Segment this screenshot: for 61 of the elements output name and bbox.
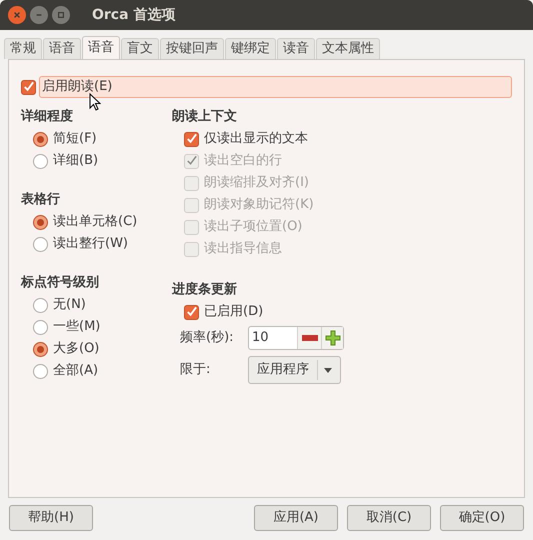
minus-icon <box>302 335 318 341</box>
field-label: 限于: <box>180 361 212 380</box>
close-button[interactable] <box>8 6 26 24</box>
caret-icon <box>324 368 332 372</box>
increment-button[interactable] <box>321 327 343 349</box>
maximize-icon <box>57 11 65 19</box>
tab[interactable]: 常规 <box>4 38 42 59</box>
window-title: Orca 首选项 <box>92 6 176 24</box>
radio-label[interactable]: 读出单元格(C) <box>53 212 138 232</box>
checkbox-label: 读出子项位置(O) <box>204 218 302 236</box>
tab[interactable]: 语音 <box>82 36 120 59</box>
checkbox-label[interactable]: 已启用(D) <box>204 302 264 322</box>
plus-icon <box>324 330 340 346</box>
radio-label[interactable]: 详细(B) <box>53 151 98 171</box>
checkbox[interactable] <box>184 304 199 320</box>
checkbox-label[interactable]: 启用朗读(E) <box>39 76 512 98</box>
radio-button[interactable] <box>33 320 48 334</box>
dialog-button[interactable]: 确定(O) <box>440 505 524 531</box>
checkbox-label[interactable]: 仅读出显示的文本 <box>204 129 308 149</box>
tab[interactable]: 键绑定 <box>225 38 276 59</box>
field-label: 频率(秒): <box>180 329 235 348</box>
radio-button[interactable] <box>33 364 48 378</box>
radio-button[interactable] <box>33 298 48 312</box>
dialog-button[interactable]: 帮助(H) <box>9 505 93 531</box>
tab[interactable]: 语音 <box>43 38 81 59</box>
section-heading: 进度条更新 <box>172 280 238 300</box>
radio-button[interactable] <box>33 214 48 230</box>
maximize-button[interactable] <box>52 6 70 24</box>
dialog-button[interactable]: 应用(A) <box>254 505 338 531</box>
radio-label[interactable]: 读出整行(W) <box>53 234 128 254</box>
checkbox-label: 读出指导信息 <box>204 240 282 258</box>
radio-label[interactable]: 无(N) <box>53 295 86 315</box>
section-heading: 标点符号级别 <box>21 274 100 292</box>
radio-button[interactable] <box>33 342 48 356</box>
tab[interactable]: 文本属性 <box>316 38 380 59</box>
section-heading: 表格行 <box>21 191 61 210</box>
radio-button[interactable] <box>33 154 48 168</box>
tab[interactable]: 按键回声 <box>160 38 224 59</box>
checkbox[interactable] <box>184 132 199 146</box>
dropdown[interactable]: 应用程序 <box>248 356 341 384</box>
section-heading: 详细程度 <box>21 108 74 126</box>
checkbox-label: 读出空白的行 <box>204 152 282 170</box>
checkbox-label: 朗读对象助记符(K) <box>204 196 314 214</box>
radio-label[interactable]: 全部(A) <box>53 361 98 381</box>
dialog-button[interactable]: 取消(C) <box>347 505 431 531</box>
tab[interactable]: 读音 <box>277 38 315 59</box>
radio-label[interactable]: 简短(F) <box>53 129 97 149</box>
checkbox[interactable] <box>21 80 36 94</box>
spin-field[interactable]: 10 <box>248 326 344 350</box>
radio-label[interactable]: 一些(M) <box>53 317 100 337</box>
minimize-button[interactable] <box>30 6 48 24</box>
radio-button[interactable] <box>33 236 48 252</box>
checkbox-label: 朗读缩排及对齐(I) <box>204 174 309 192</box>
section-heading: 朗读上下文 <box>172 108 238 126</box>
radio-button[interactable] <box>33 132 48 146</box>
tab[interactable]: 盲文 <box>121 38 159 59</box>
decrement-button[interactable] <box>297 327 321 349</box>
number-input[interactable]: 10 <box>249 327 297 349</box>
mouse-cursor-icon <box>89 93 101 111</box>
radio-label[interactable]: 大多(O) <box>53 339 100 359</box>
close-icon <box>13 11 21 19</box>
